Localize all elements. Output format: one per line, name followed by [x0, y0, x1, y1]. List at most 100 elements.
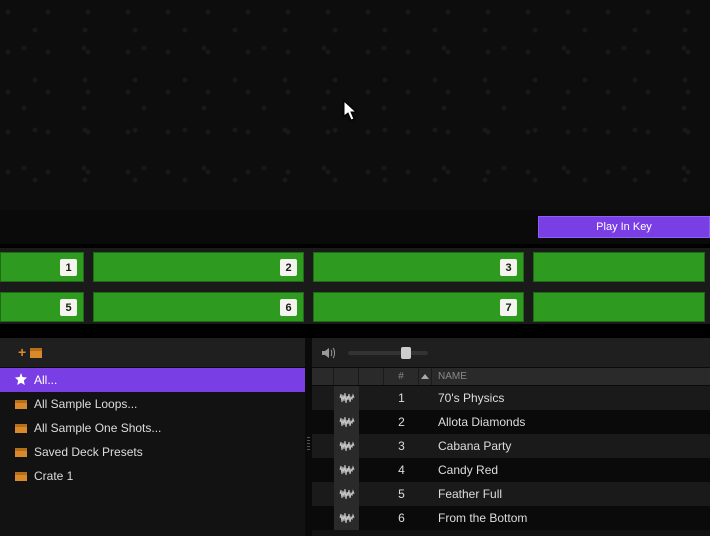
cell-waveform[interactable] — [334, 482, 359, 506]
pad-6[interactable]: 6 — [93, 292, 304, 322]
table-row[interactable]: 2 Allota Diamonds — [312, 410, 710, 434]
waveform-icon — [339, 464, 355, 476]
add-crate-button[interactable]: + — [0, 338, 305, 368]
pad-8[interactable] — [533, 292, 705, 322]
star-icon — [14, 373, 28, 387]
sidebar-item-label: All Sample One Shots... — [34, 421, 161, 435]
sidebar-item-label: All... — [34, 373, 57, 387]
panel-divider[interactable] — [305, 338, 312, 536]
cell-blank — [419, 386, 432, 410]
waveform-icon — [339, 488, 355, 500]
crate-icon — [14, 445, 28, 459]
sampler-pads: 1 2 3 5 6 7 — [0, 248, 710, 324]
play-in-key-button[interactable]: Play In Key — [538, 216, 710, 238]
cell-blank — [359, 482, 384, 506]
pad-7[interactable]: 7 — [313, 292, 524, 322]
table-row[interactable]: 5 Feather Full — [312, 482, 710, 506]
cell-number: 5 — [384, 482, 419, 506]
table-row[interactable]: 3 Cabana Party — [312, 434, 710, 458]
cell-blank — [312, 482, 334, 506]
waveform-icon — [339, 416, 355, 428]
cell-blank — [312, 410, 334, 434]
volume-slider[interactable] — [348, 351, 428, 355]
waveform-icon — [339, 512, 355, 524]
cell-blank — [419, 506, 432, 530]
cell-waveform[interactable] — [334, 434, 359, 458]
pad-number: 5 — [60, 299, 77, 316]
cell-blank — [359, 434, 384, 458]
cell-blank — [312, 458, 334, 482]
cell-name: 70's Physics — [432, 386, 710, 410]
sidebar-item-label: Saved Deck Presets — [34, 445, 143, 459]
cell-name: Allota Diamonds — [432, 410, 710, 434]
table-row[interactable]: 6 From the Bottom — [312, 506, 710, 530]
column-number[interactable]: # — [384, 368, 419, 385]
cell-number: 6 — [384, 506, 419, 530]
cell-waveform[interactable] — [334, 458, 359, 482]
pad-number: 1 — [60, 259, 77, 276]
column-waveform[interactable] — [334, 368, 359, 385]
pad-number: 3 — [500, 259, 517, 276]
table-row[interactable]: 4 Candy Red — [312, 458, 710, 482]
cell-number: 3 — [384, 434, 419, 458]
crate-icon — [14, 397, 28, 411]
background-texture — [0, 0, 710, 210]
pad-4[interactable] — [533, 252, 705, 282]
cell-blank — [419, 434, 432, 458]
svg-text:+: + — [18, 345, 26, 360]
top-bar: Play In Key — [0, 210, 710, 244]
cell-blank — [312, 386, 334, 410]
column-blank[interactable] — [312, 368, 334, 385]
sidebar-item-all-sample-loops[interactable]: All Sample Loops... — [0, 392, 305, 416]
pad-1[interactable]: 1 — [0, 252, 84, 282]
cell-number: 2 — [384, 410, 419, 434]
cell-blank — [419, 482, 432, 506]
cell-blank — [359, 458, 384, 482]
cell-blank — [419, 458, 432, 482]
cell-name: Candy Red — [432, 458, 710, 482]
cell-blank — [312, 434, 334, 458]
volume-thumb[interactable] — [401, 347, 411, 359]
sidebar-item-saved-deck-presets[interactable]: Saved Deck Presets — [0, 440, 305, 464]
track-panel: # NAME 1 70's Physics 2 Allota Diamonds 3 Cab… — [312, 338, 710, 536]
pad-5[interactable]: 5 — [0, 292, 84, 322]
cell-blank — [359, 410, 384, 434]
cell-blank — [359, 386, 384, 410]
cell-waveform[interactable] — [334, 386, 359, 410]
pad-number: 7 — [500, 299, 517, 316]
sidebar-item-label: All Sample Loops... — [34, 397, 137, 411]
column-sort-indicator[interactable] — [419, 368, 432, 385]
column-blank[interactable] — [359, 368, 384, 385]
pad-number: 6 — [280, 299, 297, 316]
table-header: # NAME — [312, 368, 710, 386]
waveform-display — [0, 0, 710, 210]
cell-name: From the Bottom — [432, 506, 710, 530]
cell-number: 1 — [384, 386, 419, 410]
cell-name: Cabana Party — [432, 434, 710, 458]
sidebar-item-all[interactable]: All... — [0, 368, 305, 392]
cell-waveform[interactable] — [334, 506, 359, 530]
cell-blank — [419, 410, 432, 434]
pad-3[interactable]: 3 — [313, 252, 524, 282]
column-name[interactable]: NAME — [432, 368, 710, 385]
cell-waveform[interactable] — [334, 410, 359, 434]
waveform-icon — [339, 392, 355, 404]
cell-blank — [312, 506, 334, 530]
waveform-icon — [339, 440, 355, 452]
sort-asc-icon — [421, 374, 429, 379]
track-toolbar — [312, 338, 710, 368]
sidebar-item-all-sample-one-shots[interactable]: All Sample One Shots... — [0, 416, 305, 440]
crate-icon — [14, 421, 28, 435]
crate-icon — [14, 469, 28, 483]
crate-sidebar: + All... All Sample Loops... All Sample On… — [0, 338, 305, 536]
cell-name: Feather Full — [432, 482, 710, 506]
sidebar-item-crate-1[interactable]: Crate 1 — [0, 464, 305, 488]
cell-blank — [359, 506, 384, 530]
library-panel: + All... All Sample Loops... All Sample On… — [0, 338, 710, 536]
speaker-icon[interactable] — [320, 345, 336, 361]
table-row[interactable]: 1 70's Physics — [312, 386, 710, 410]
cell-number: 4 — [384, 458, 419, 482]
pad-number: 2 — [280, 259, 297, 276]
pad-2[interactable]: 2 — [93, 252, 304, 282]
sidebar-item-label: Crate 1 — [34, 469, 73, 483]
